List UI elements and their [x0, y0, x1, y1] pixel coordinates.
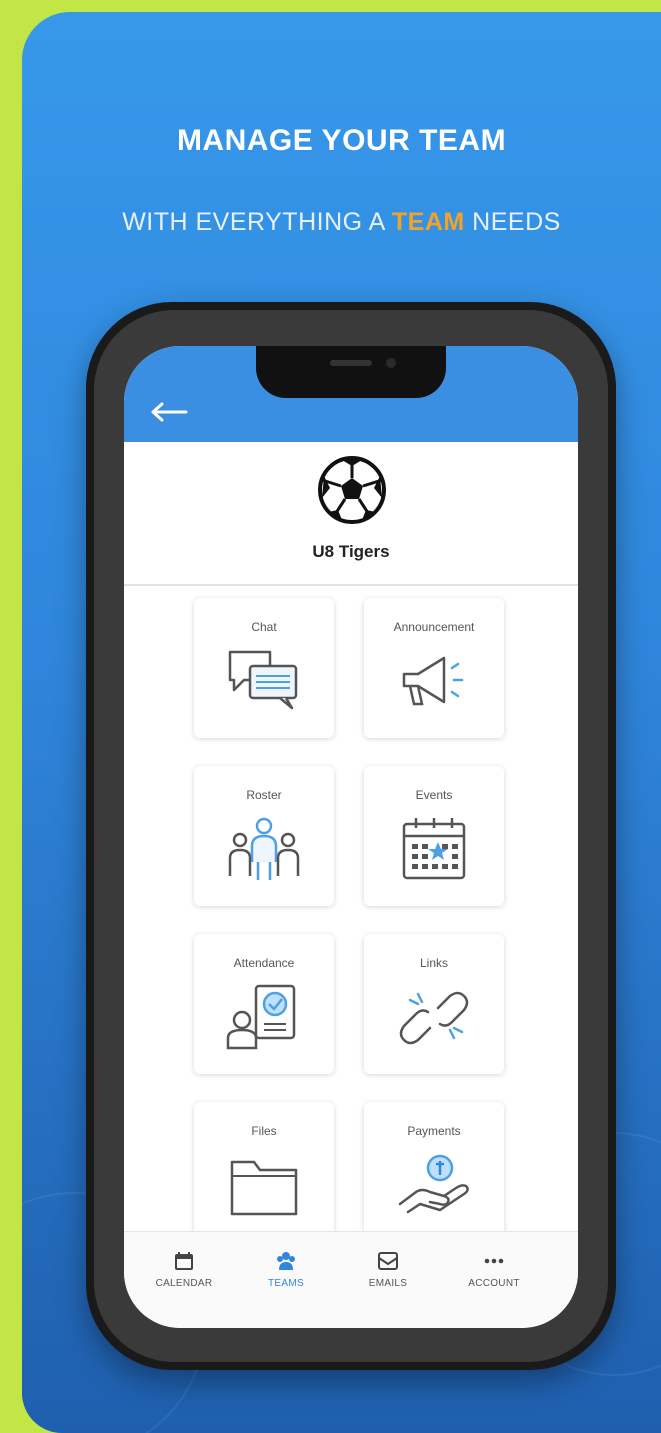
tile-events[interactable]: Events [364, 766, 504, 906]
tile-label: Events [415, 788, 453, 802]
tab-teams[interactable]: TEAMS [236, 1250, 336, 1289]
subheadline-text: WITH EVERYTHING A [122, 208, 392, 236]
headline: MANAGE YOUR TEAM [176, 124, 507, 157]
tile-label: Links [419, 956, 448, 970]
chat-icon [228, 650, 298, 710]
tab-label: CALENDAR [155, 1278, 213, 1289]
tile-announcement[interactable]: Announcement [364, 598, 504, 738]
tile-attendance[interactable]: Attendance [194, 934, 334, 1074]
subheadline: WITH EVERYTHING A TEAM NEEDS [22, 208, 661, 237]
soccer-ball-icon [318, 456, 386, 524]
tile-files[interactable]: Files [194, 1102, 334, 1242]
attendance-icon [226, 984, 296, 1050]
calendar-icon [402, 818, 466, 880]
tab-emails[interactable]: EMAILS [338, 1250, 438, 1289]
more-icon [484, 1258, 504, 1264]
megaphone-icon [402, 656, 464, 706]
phone-notch [256, 346, 446, 398]
teams-tab-icon [277, 1252, 295, 1270]
link-icon [399, 991, 469, 1045]
tab-label: EMAILS [368, 1278, 408, 1289]
back-arrow-icon[interactable] [148, 400, 188, 424]
tile-chat[interactable]: Chat [194, 598, 334, 738]
email-tab-icon [378, 1252, 398, 1270]
tile-label: Announcement [393, 620, 475, 634]
tab-account[interactable]: ACCOUNT [444, 1250, 544, 1289]
tile-roster[interactable]: Roster [194, 766, 334, 906]
phone-mockup: U8 Tigers Chat Announcement Roster Event… [86, 302, 616, 1370]
tile-label: Attendance [233, 956, 295, 970]
tile-label: Chat [251, 620, 277, 634]
tile-label: Files [251, 1124, 277, 1138]
app-screen: U8 Tigers Chat Announcement Roster Event… [124, 346, 578, 1328]
tab-calendar[interactable]: CALENDAR [134, 1250, 234, 1289]
bottom-tab-bar: CALENDAR TEAMS EMAILS ACCOUNT [124, 1231, 578, 1328]
tile-label: Payments [407, 1124, 461, 1138]
tab-label: TEAMS [268, 1278, 304, 1289]
tile-payments[interactable]: Payments [364, 1102, 504, 1242]
subheadline-text-end: NEEDS [464, 208, 561, 236]
tile-links[interactable]: Links [364, 934, 504, 1074]
phone-bezel: U8 Tigers Chat Announcement Roster Event… [94, 310, 608, 1362]
folder-icon [230, 1160, 298, 1216]
calendar-tab-icon [175, 1252, 193, 1270]
subheadline-highlight: TEAM [391, 208, 465, 236]
payment-icon [398, 1154, 469, 1214]
roster-icon [228, 817, 300, 880]
tab-label: ACCOUNT [468, 1278, 520, 1289]
team-name: U8 Tigers [312, 542, 390, 561]
team-header: U8 Tigers [124, 442, 578, 586]
tile-label: Roster [246, 788, 282, 802]
